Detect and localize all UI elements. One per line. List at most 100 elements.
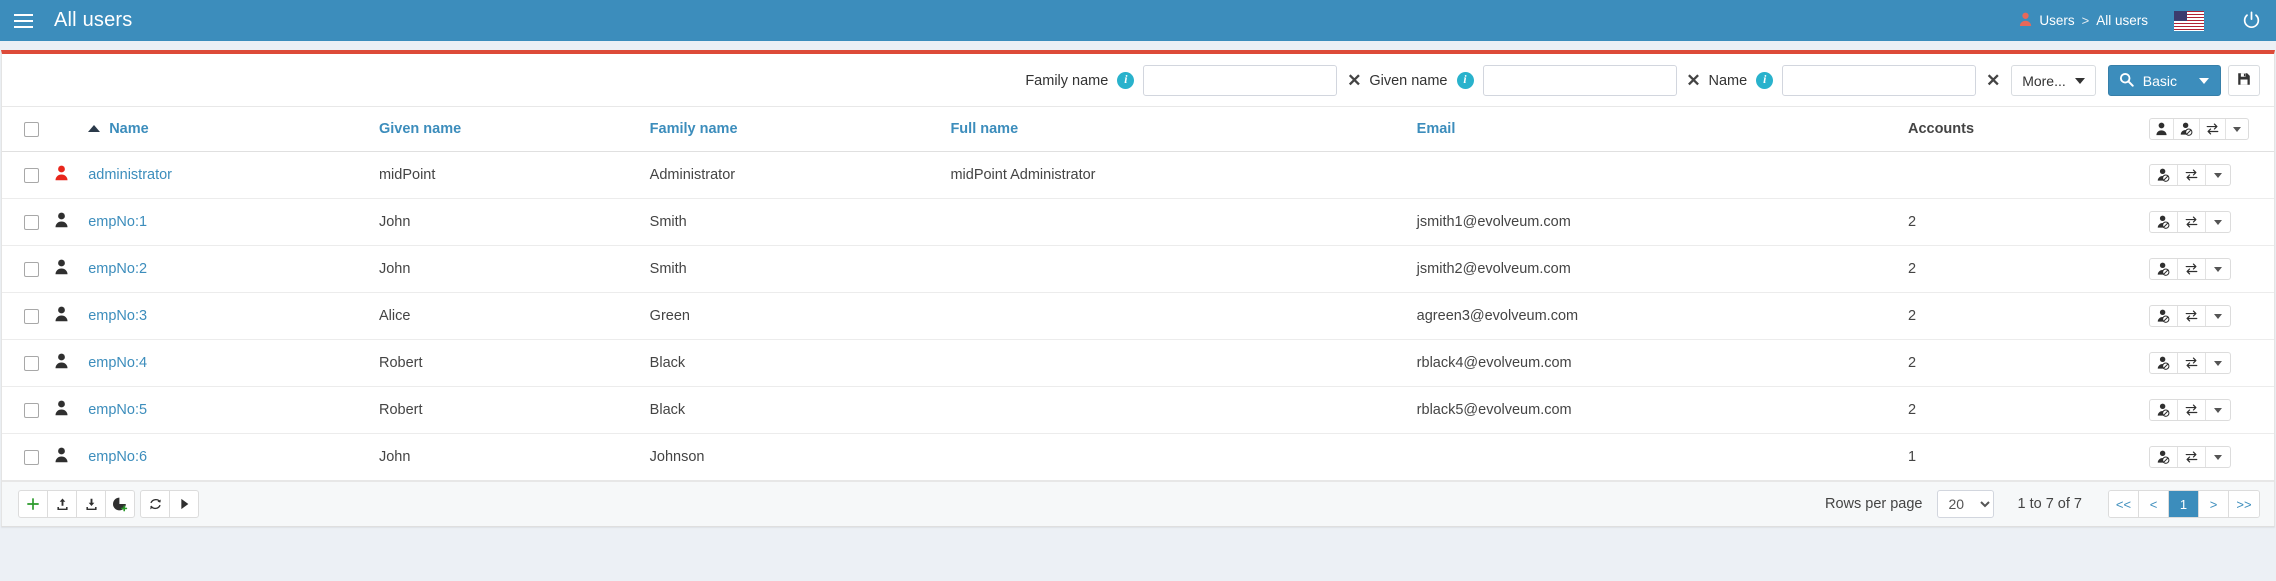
table-row[interactable]: empNo:1 John Smith jsmith1@evolveum.com 2 — [2, 198, 2274, 246]
info-icon[interactable]: i — [1756, 72, 1774, 89]
clear-name-button[interactable]: ✕ — [1978, 72, 2008, 89]
swap-arrows-icon[interactable] — [2178, 306, 2206, 326]
search-basic-button[interactable]: Basic — [2107, 65, 2221, 96]
chart-add-icon[interactable] — [105, 490, 135, 518]
table-row[interactable]: empNo:3 Alice Green agreen3@evolveum.com 2 — [2, 292, 2274, 340]
row-given-name-cell: John — [378, 245, 650, 293]
row-type-icon-cell — [54, 433, 89, 481]
row-select-cell — [2, 292, 55, 340]
user-disabled-icon[interactable] — [2150, 306, 2178, 326]
swap-arrows-icon[interactable] — [2178, 212, 2206, 232]
row-checkbox[interactable] — [24, 449, 39, 465]
save-search-button[interactable] — [2228, 65, 2260, 96]
user-link[interactable]: empNo:1 — [88, 214, 147, 230]
swap-arrows-icon[interactable] — [2178, 353, 2206, 373]
caret-down-icon[interactable] — [2206, 165, 2230, 185]
search-filter-bar: Family name i ✕ Given name i ✕ Name i ✕ … — [2, 54, 2274, 106]
breadcrumb-users-link[interactable]: Users — [2039, 13, 2074, 28]
row-checkbox[interactable] — [24, 308, 39, 324]
header-name[interactable]: Name — [88, 106, 379, 152]
import-upload-icon[interactable] — [47, 490, 77, 518]
caret-down-icon[interactable] — [2206, 447, 2230, 467]
user-link[interactable]: administrator — [88, 167, 172, 183]
breadcrumb-all-users[interactable]: All users — [2096, 13, 2148, 28]
row-action-group — [2148, 352, 2231, 374]
info-icon[interactable]: i — [1117, 72, 1135, 89]
user-disabled-icon[interactable] — [2174, 119, 2200, 139]
search-input-given-name[interactable] — [1482, 65, 1677, 96]
refresh-icon[interactable] — [140, 490, 170, 518]
header-actions — [2148, 106, 2274, 152]
pagination-button-nextnext[interactable]: >> — [2229, 491, 2259, 517]
caret-down-icon[interactable] — [2206, 259, 2230, 279]
row-checkbox[interactable] — [24, 355, 39, 371]
user-link[interactable]: empNo:5 — [88, 402, 147, 418]
user-disabled-icon[interactable] — [2150, 400, 2178, 420]
row-name-cell: empNo:1 — [88, 198, 379, 246]
user-disabled-icon[interactable] — [2150, 447, 2178, 467]
caret-down-icon[interactable] — [2206, 353, 2230, 373]
header-given-name[interactable]: Given name — [378, 106, 650, 152]
user-link[interactable]: empNo:4 — [88, 355, 147, 371]
rows-per-page-select[interactable]: 102050100 — [1936, 490, 1994, 518]
play-icon[interactable] — [169, 490, 199, 518]
header-select-all — [2, 106, 55, 152]
swap-arrows-icon[interactable] — [2178, 259, 2206, 279]
row-actions-cell — [2148, 151, 2274, 199]
caret-down-icon[interactable] — [2206, 306, 2230, 326]
table-row[interactable]: empNo:5 Robert Black rblack5@evolveum.com 2 — [2, 386, 2274, 434]
user-link[interactable]: empNo:3 — [88, 308, 147, 324]
clear-given-name-button[interactable]: ✕ — [1679, 72, 1709, 89]
row-select-cell — [2, 245, 55, 293]
table-row[interactable]: administrator midPoint Administrator midPoi… — [2, 151, 2274, 199]
pagination-button-prevprev[interactable]: << — [2109, 491, 2139, 517]
user-icon[interactable] — [2150, 119, 2174, 139]
select-all-checkbox[interactable] — [24, 121, 39, 137]
row-name-cell: empNo:6 — [88, 433, 379, 481]
power-off-icon[interactable] — [2226, 11, 2276, 30]
pagination-button-1[interactable]: 1 — [2169, 491, 2199, 517]
swap-arrows-icon[interactable] — [2178, 447, 2206, 467]
pagination-button-prev[interactable]: < — [2139, 491, 2169, 517]
user-disabled-icon[interactable] — [2150, 212, 2178, 232]
table-row[interactable]: empNo:2 John Smith jsmith2@evolveum.com 2 — [2, 245, 2274, 293]
hamburger-icon[interactable] — [0, 0, 46, 41]
row-email-cell: rblack4@evolveum.com — [1416, 339, 1908, 387]
table-row[interactable]: empNo:6 John Johnson 1 — [2, 433, 2274, 481]
filter-label-given-name: Given name — [1369, 72, 1448, 89]
row-checkbox[interactable] — [24, 167, 39, 183]
more-filters-button[interactable]: More... — [2011, 65, 2096, 96]
us-flag-icon[interactable] — [2174, 10, 2204, 31]
chevron-down-icon[interactable] — [2226, 119, 2248, 139]
table-row[interactable]: empNo:4 Robert Black rblack4@evolveum.com 2 — [2, 339, 2274, 387]
pagination-button-next[interactable]: > — [2199, 491, 2229, 517]
row-full-name-cell — [950, 292, 1417, 340]
row-checkbox[interactable] — [24, 214, 39, 230]
caret-down-icon[interactable] — [2206, 212, 2230, 232]
user-link[interactable]: empNo:6 — [88, 449, 147, 465]
user-disabled-icon[interactable] — [2150, 259, 2178, 279]
user-disabled-icon[interactable] — [2150, 353, 2178, 373]
user-disabled-icon[interactable] — [2150, 165, 2178, 185]
user-icon — [54, 259, 69, 279]
header-full-name[interactable]: Full name — [950, 106, 1417, 152]
info-icon[interactable]: i — [1456, 72, 1474, 89]
export-download-icon[interactable] — [76, 490, 106, 518]
row-checkbox[interactable] — [24, 402, 39, 418]
floppy-save-icon — [2237, 72, 2251, 89]
swap-arrows-icon[interactable] — [2200, 119, 2226, 139]
row-accounts-cell: 2 — [1907, 292, 2149, 340]
clear-family-name-button[interactable]: ✕ — [1339, 72, 1369, 89]
header-family-name[interactable]: Family name — [649, 106, 951, 152]
row-email-cell: jsmith2@evolveum.com — [1416, 245, 1908, 293]
row-checkbox[interactable] — [24, 261, 39, 277]
search-input-family-name[interactable] — [1143, 65, 1338, 96]
caret-down-icon[interactable] — [2206, 400, 2230, 420]
header-email[interactable]: Email — [1416, 106, 1908, 152]
plus-icon[interactable] — [18, 490, 48, 518]
caret-up-icon[interactable] — [88, 124, 101, 132]
search-input-name[interactable] — [1782, 65, 1977, 96]
swap-arrows-icon[interactable] — [2178, 165, 2206, 185]
user-link[interactable]: empNo:2 — [88, 261, 147, 277]
swap-arrows-icon[interactable] — [2178, 400, 2206, 420]
